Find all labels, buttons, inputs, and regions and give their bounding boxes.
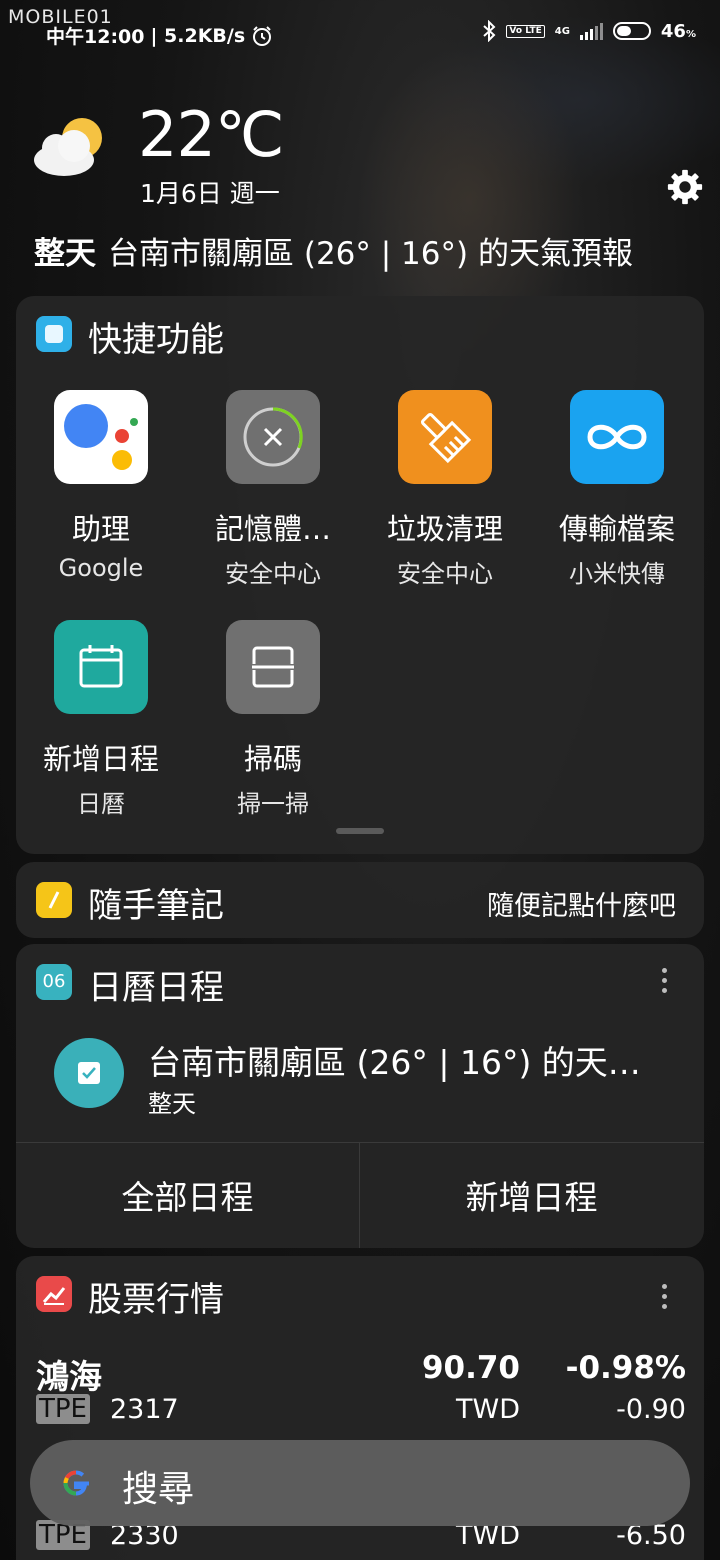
event-time: 整天	[148, 1090, 196, 1118]
app-file-transfer[interactable]: 傳輸檔案 小米快傳	[532, 390, 702, 589]
broom-icon	[398, 390, 492, 484]
stock-percent: -0.98%	[565, 1350, 686, 1386]
memory-clean-icon	[226, 390, 320, 484]
app-scan[interactable]: 掃碼 掃一掃	[188, 620, 358, 819]
quick-actions-card: 快捷功能 助理 Google 記憶體… 安全中心 垃圾清理 安全中心 傳輸檔案 …	[16, 296, 704, 854]
temperature: 22℃	[138, 98, 285, 171]
weather-widget[interactable]: 22℃ 1月6日 週一 整天 台南市關廟區 (26° | 16°) 的天氣預報	[0, 90, 720, 280]
volte-icon: Vo LTE	[506, 24, 545, 38]
search-label: 搜尋	[122, 1469, 195, 1510]
google-assistant-icon	[54, 390, 148, 484]
app-name: 記憶體…	[214, 512, 331, 546]
app-name: 掃碼	[243, 742, 302, 776]
add-event-button[interactable]: 新增日程	[360, 1142, 703, 1248]
stock-chart-icon	[36, 1276, 72, 1312]
app-sub: Google	[58, 554, 144, 582]
notes-title: 隨手筆記	[88, 886, 224, 926]
calendar-badge-icon: 06	[36, 964, 72, 1000]
notes-hint: 隨便記點什麼吧	[487, 891, 676, 922]
notes-card[interactable]: 隨手筆記 隨便記點什麼吧	[16, 862, 704, 938]
forecast-prefix: 整天	[34, 236, 96, 272]
partly-cloudy-icon	[34, 118, 102, 176]
net-speed: | 5.2KB/s	[150, 24, 246, 47]
app-name: 助理	[71, 512, 130, 546]
app-name: 新增日程	[42, 742, 159, 776]
expand-handle[interactable]	[336, 828, 384, 834]
stock-currency: TWD	[456, 1394, 520, 1425]
clock: 中午12:00	[46, 26, 145, 48]
stock-name: 鴻海	[36, 1357, 102, 1396]
app-name: 垃圾清理	[386, 512, 503, 546]
gear-icon[interactable]	[666, 168, 704, 206]
weather-date: 1月6日 週一	[140, 179, 280, 208]
network-type: 4G	[554, 25, 570, 37]
app-memory-clean[interactable]: 記憶體… 安全中心	[188, 390, 358, 589]
app-name: 傳輸檔案	[558, 512, 675, 546]
battery-percent: 46%	[660, 20, 696, 42]
calendar-card: 06 日曆日程 台南市關廟區 (26° | 16°) 的天… 整天 全部日程 新…	[16, 944, 704, 1248]
app-sub: 日曆	[77, 790, 125, 818]
status-right: Vo LTE 4G 46%	[482, 20, 696, 42]
stock-code: 2317	[110, 1394, 179, 1425]
event-check-icon	[54, 1038, 124, 1108]
scan-icon	[226, 620, 320, 714]
search-bar[interactable]: 搜尋	[30, 1440, 690, 1526]
app-sub: 小米快傳	[569, 560, 665, 588]
event-title[interactable]: 台南市關廟區 (26° | 16°) 的天…	[148, 1036, 641, 1084]
app-assistant[interactable]: 助理 Google	[16, 390, 186, 582]
forecast-line: 整天 台南市關廟區 (26° | 16°) 的天氣預報	[34, 228, 633, 273]
status-bar: MOBILE01 中午12:00 | 5.2KB/s Vo LTE 4G 46%	[0, 0, 720, 64]
stock-price: 90.70	[421, 1350, 520, 1386]
app-add-event[interactable]: 新增日程 日曆	[16, 620, 186, 819]
pencil-icon	[36, 882, 72, 918]
quick-actions-icon	[36, 316, 72, 352]
app-sub: 掃一掃	[237, 790, 309, 818]
signal-icon	[579, 22, 603, 40]
stocks-title: 股票行情	[88, 1280, 224, 1320]
calendar-title: 日曆日程	[88, 968, 224, 1008]
google-icon	[63, 1470, 89, 1496]
more-menu-icon[interactable]	[662, 1284, 668, 1314]
more-menu-icon[interactable]	[662, 968, 668, 998]
exchange-badge: TPE	[36, 1394, 90, 1424]
bluetooth-icon	[483, 20, 496, 42]
stock-change: -0.90	[616, 1394, 686, 1425]
calendar-icon	[54, 620, 148, 714]
app-sub: 安全中心	[225, 560, 321, 588]
status-left: 中午12:00 | 5.2KB/s	[46, 22, 273, 49]
quick-actions-title: 快捷功能	[88, 320, 224, 360]
infinity-icon	[570, 390, 664, 484]
battery-fill	[616, 26, 631, 36]
app-junk-clean[interactable]: 垃圾清理 安全中心	[360, 390, 530, 589]
forecast-text: 台南市關廟區 (26° | 16°) 的天氣預報	[108, 236, 633, 272]
app-sub: 安全中心	[397, 560, 493, 588]
all-events-button[interactable]: 全部日程	[16, 1142, 359, 1248]
alarm-icon	[253, 25, 272, 46]
battery-icon	[612, 22, 651, 40]
